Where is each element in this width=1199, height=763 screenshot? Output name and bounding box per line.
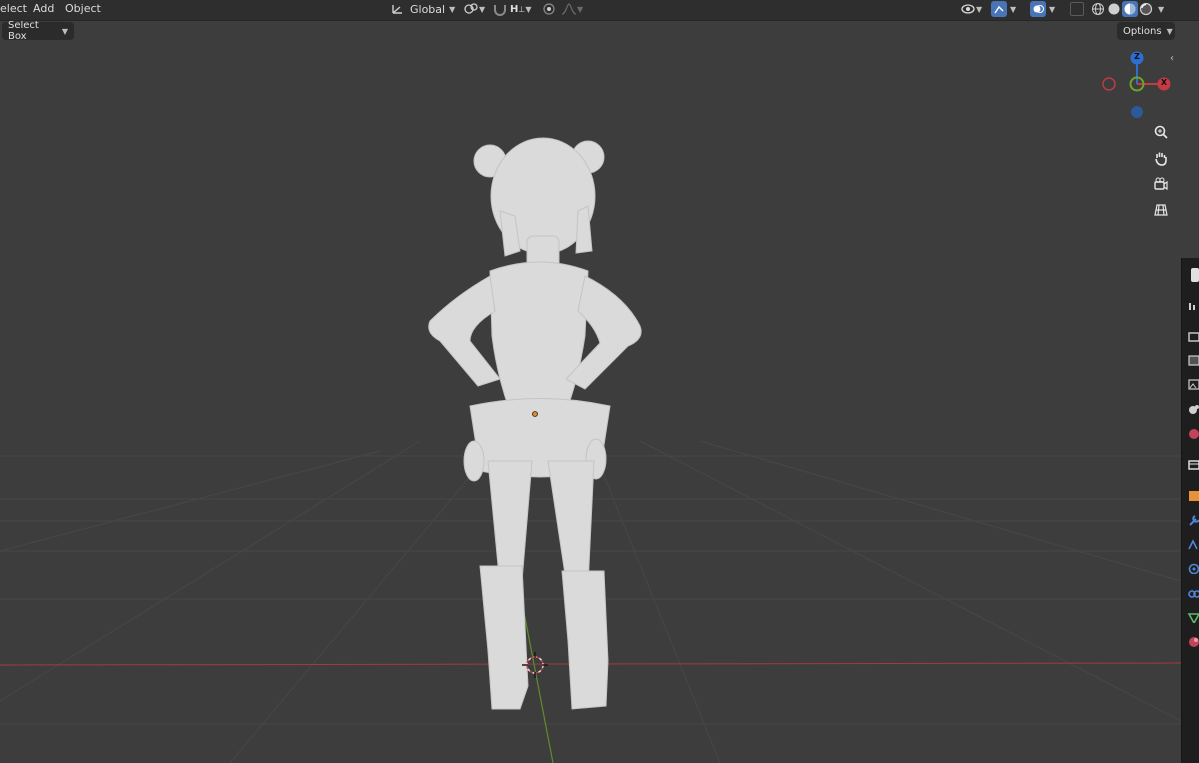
pivot-dropdown[interactable]: ▼: [463, 1, 485, 17]
solid-shading-icon[interactable]: [1106, 1, 1122, 17]
material-icon[interactable]: [1187, 635, 1199, 647]
chevron-down-icon: ▼: [577, 4, 584, 14]
snap-toggle[interactable]: [492, 1, 508, 17]
viewport-header: elect Add Object Global ▼ ▼ H ⊥ ▼ ▼ ▼ ▼ …: [0, 0, 1199, 21]
constraints-icon[interactable]: [1187, 587, 1199, 599]
modifiers-wrench-icon[interactable]: [1187, 514, 1199, 526]
gizmo-icon: [991, 1, 1007, 17]
z-axis-label: Z: [1134, 52, 1140, 61]
zoom-icon[interactable]: [1149, 120, 1173, 144]
rendered-shading-icon[interactable]: [1138, 1, 1154, 17]
object-icon[interactable]: [1187, 489, 1199, 501]
render-icon[interactable]: [1187, 330, 1199, 342]
output-icon[interactable]: [1187, 354, 1199, 366]
chevron-down-icon: ▼: [1166, 26, 1173, 36]
chevron-down-icon: ▼: [525, 4, 532, 14]
falloff-dropdown[interactable]: ▼: [561, 1, 583, 17]
falloff-curve-icon: [561, 3, 577, 15]
character-model[interactable]: [0, 21, 1181, 763]
wireframe-shading-icon[interactable]: [1090, 1, 1106, 17]
chevron-down-icon: ▼: [61, 26, 68, 36]
orientation-icon: [392, 5, 402, 14]
scene-icon[interactable]: [1187, 403, 1199, 415]
chevron-down-icon: ▼: [449, 4, 456, 14]
data-mesh-icon[interactable]: [1187, 611, 1199, 623]
properties-header-area: [1181, 21, 1199, 258]
perspective-grid-icon[interactable]: [1149, 198, 1173, 222]
chevron-down-icon: ▼: [1158, 4, 1165, 14]
view-layer-icon[interactable]: [1187, 378, 1199, 390]
chevron-down-icon: ▼: [976, 4, 983, 14]
gizmo-toggle[interactable]: ▼: [991, 1, 1016, 17]
3d-viewport[interactable]: Select Box ▼ Options ▼ ‹ Z X: [0, 21, 1181, 763]
material-preview-shading-icon[interactable]: [1122, 1, 1138, 17]
proportional-edit-toggle[interactable]: [541, 1, 557, 17]
collection-icon[interactable]: [1187, 458, 1199, 470]
eye-icon: [961, 4, 975, 14]
proportional-edit-icon: [543, 3, 555, 15]
chevron-down-icon: ▼: [479, 4, 486, 14]
pivot-link-icon: [464, 3, 478, 14]
select-mode-dropdown[interactable]: Select Box ▼: [2, 21, 74, 42]
camera-icon[interactable]: [1149, 172, 1173, 196]
options-label: Options: [1123, 25, 1162, 37]
tool-icon[interactable]: [1187, 300, 1199, 312]
shading-mode-group: ▼: [1090, 1, 1164, 17]
chevron-down-icon: ▼: [1010, 4, 1017, 14]
magnet-icon: [494, 5, 506, 16]
menu-add[interactable]: Add: [33, 2, 54, 15]
snap-label: H: [510, 3, 519, 15]
xray-icon: [1070, 2, 1084, 16]
world-icon[interactable]: [1187, 427, 1199, 439]
editor-type-icon[interactable]: [1191, 268, 1199, 282]
menu-object[interactable]: Object: [65, 2, 101, 15]
overlays-icon: [1030, 1, 1046, 17]
navigation-gizmo[interactable]: [1097, 49, 1177, 129]
physics-icon[interactable]: [1187, 562, 1199, 574]
particles-icon[interactable]: [1187, 538, 1199, 550]
overlays-toggle[interactable]: ▼: [1030, 1, 1055, 17]
hand-pan-icon[interactable]: [1149, 146, 1173, 170]
orientation-label: Global: [410, 2, 446, 16]
select-mode-label: Select Box: [8, 21, 39, 42]
x-axis-label: X: [1160, 78, 1168, 87]
snap-increment-icon: ⊥: [518, 4, 526, 14]
snap-target-dropdown[interactable]: H ⊥ ▼: [510, 1, 532, 17]
menu-select[interactable]: elect: [0, 2, 27, 15]
visibility-dropdown[interactable]: ▼: [960, 1, 982, 17]
transform-orientation-dropdown[interactable]: Global ▼: [390, 1, 455, 17]
chevron-down-icon: ▼: [1049, 4, 1056, 14]
options-dropdown[interactable]: Options ▼: [1117, 22, 1175, 40]
xray-toggle[interactable]: [1070, 1, 1084, 17]
